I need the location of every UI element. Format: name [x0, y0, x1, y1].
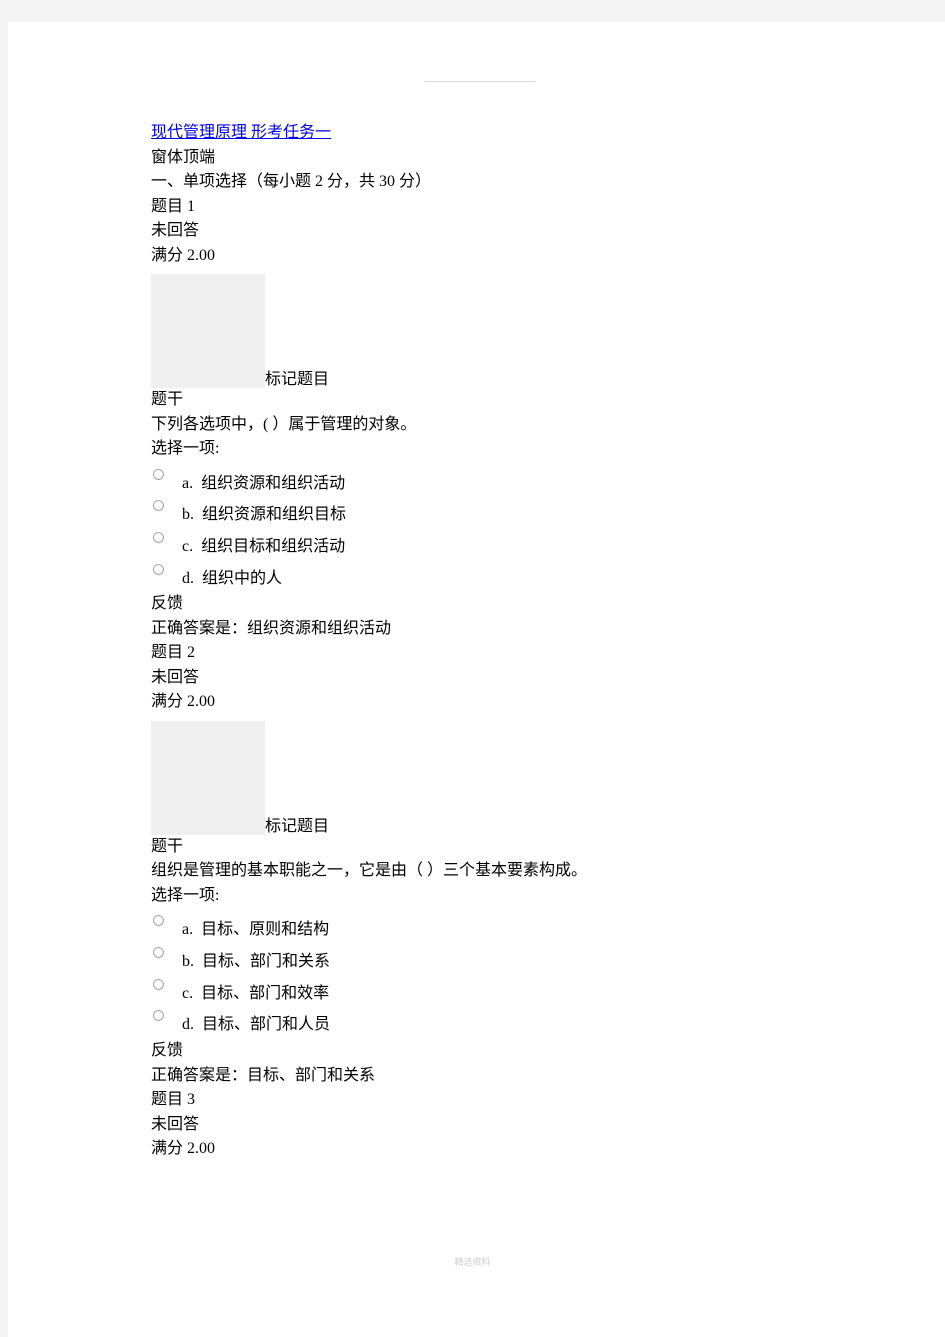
flag-question-button[interactable]: 标记题目	[151, 716, 851, 835]
question-status: 未回答	[151, 1115, 200, 1133]
choose-one-prompt: 选择一项:	[151, 440, 220, 457]
feedback-label: 反馈	[151, 1042, 184, 1059]
correct-answer: 正确答案是：目标、部门和关系	[151, 1066, 376, 1084]
question-stem: 下列各选项中，( ）属于管理的对象。	[151, 415, 417, 433]
question-stem-label: 题干	[151, 837, 184, 855]
question-score: 满分 2.00	[151, 1140, 216, 1157]
quiz-content: 现代管理原理 形考任务一 窗体顶端 一、单项选择（每小题 2 分，共 30 分）…	[151, 121, 851, 1162]
answer-option-c[interactable]: c. 组织目标和组织活动	[151, 529, 851, 561]
question-score: 满分 2.00	[151, 246, 216, 264]
flag-question-label: 标记题目	[265, 371, 330, 388]
answer-option-c[interactable]: c. 目标、部门和效率	[151, 976, 851, 1008]
option-text: 目标、部门和人员	[202, 1016, 331, 1034]
option-letter: a.	[182, 474, 194, 492]
question-3: 题目 3 未回答 满分 2.00	[151, 1088, 851, 1162]
answer-option-b[interactable]: b. 组织资源和组织目标	[151, 497, 851, 529]
option-text: 组织目标和组织活动	[201, 537, 346, 555]
question-stem-label: 题干	[151, 391, 184, 408]
flag-question-label: 标记题目	[265, 817, 330, 835]
footer-watermark: 精选资料	[454, 1258, 491, 1268]
title-line: 现代管理原理 形考任务一	[151, 121, 851, 146]
question-status: 未回答	[151, 668, 200, 686]
radio-button[interactable]	[153, 563, 164, 575]
choose-one-prompt: 选择一项:	[151, 886, 220, 904]
option-letter: a.	[182, 921, 194, 939]
option-letter: d.	[182, 1016, 194, 1034]
radio-button[interactable]	[153, 531, 164, 543]
question-number: 题目 2	[151, 644, 196, 662]
radio-button[interactable]	[153, 500, 164, 512]
feedback-label: 反馈	[151, 595, 184, 613]
answer-option-a[interactable]: a. 目标、原则和结构	[151, 912, 851, 944]
correct-answer: 正确答案是：组织资源和组织活动	[151, 619, 392, 637]
answer-option-d[interactable]: d. 目标、部门和人员	[151, 1007, 851, 1039]
option-text: 组织资源和组织活动	[201, 474, 346, 492]
answer-option-b[interactable]: b. 目标、部门和关系	[151, 944, 851, 976]
question-score: 满分 2.00	[151, 693, 216, 711]
section-heading: 一、单项选择（每小题 2 分，共 30 分）	[151, 173, 432, 190]
radio-button[interactable]	[153, 1010, 164, 1022]
radio-button[interactable]	[153, 468, 164, 480]
answer-option-d[interactable]: d. 组织中的人	[151, 561, 851, 593]
option-text: 目标、原则和结构	[201, 921, 330, 939]
question-1: 题目 1 未回答 满分 2.00 标记题目 题干 下列各选项中，( ）属于管理的…	[151, 195, 851, 642]
answer-options: a. 组织资源和组织活动 b. 组织资源和组织目标 c. 组织目标和组织活动 d. 组织…	[151, 466, 851, 593]
option-text: 组织中的人	[202, 569, 283, 587]
flag-icon	[151, 274, 265, 388]
header-divider	[425, 81, 535, 82]
option-letter: c.	[182, 537, 194, 555]
question-number: 题目 3	[151, 1091, 196, 1108]
question-2: 题目 2 未回答 满分 2.00 标记题目 题干 组织是管理的基本职能之一，它是…	[151, 641, 851, 1088]
answer-option-a[interactable]: a. 组织资源和组织活动	[151, 466, 851, 498]
course-title-link[interactable]: 现代管理原理 形考任务一	[151, 124, 331, 141]
flag-icon	[151, 720, 265, 835]
option-letter: d.	[182, 569, 194, 587]
question-stem: 组织是管理的基本职能之一，它是由（ ）三个基本要素构成。	[151, 862, 588, 880]
flag-question-button[interactable]: 标记题目	[151, 269, 851, 388]
question-number: 题目 1	[151, 197, 196, 215]
radio-button[interactable]	[153, 978, 164, 990]
question-status: 未回答	[151, 222, 200, 239]
option-text: 目标、部门和关系	[202, 952, 331, 970]
option-text: 组织资源和组织目标	[202, 506, 347, 524]
radio-button[interactable]	[153, 946, 164, 958]
answer-options: a. 目标、原则和结构 b. 目标、部门和关系 c. 目标、部门和效率 d. 目标、部门…	[151, 912, 851, 1039]
option-letter: b.	[182, 952, 194, 970]
radio-button[interactable]	[153, 915, 164, 927]
option-letter: b.	[182, 506, 194, 524]
form-top-label: 窗体顶端	[151, 148, 216, 166]
option-text: 目标、部门和效率	[201, 984, 330, 1002]
option-letter: c.	[182, 984, 194, 1002]
